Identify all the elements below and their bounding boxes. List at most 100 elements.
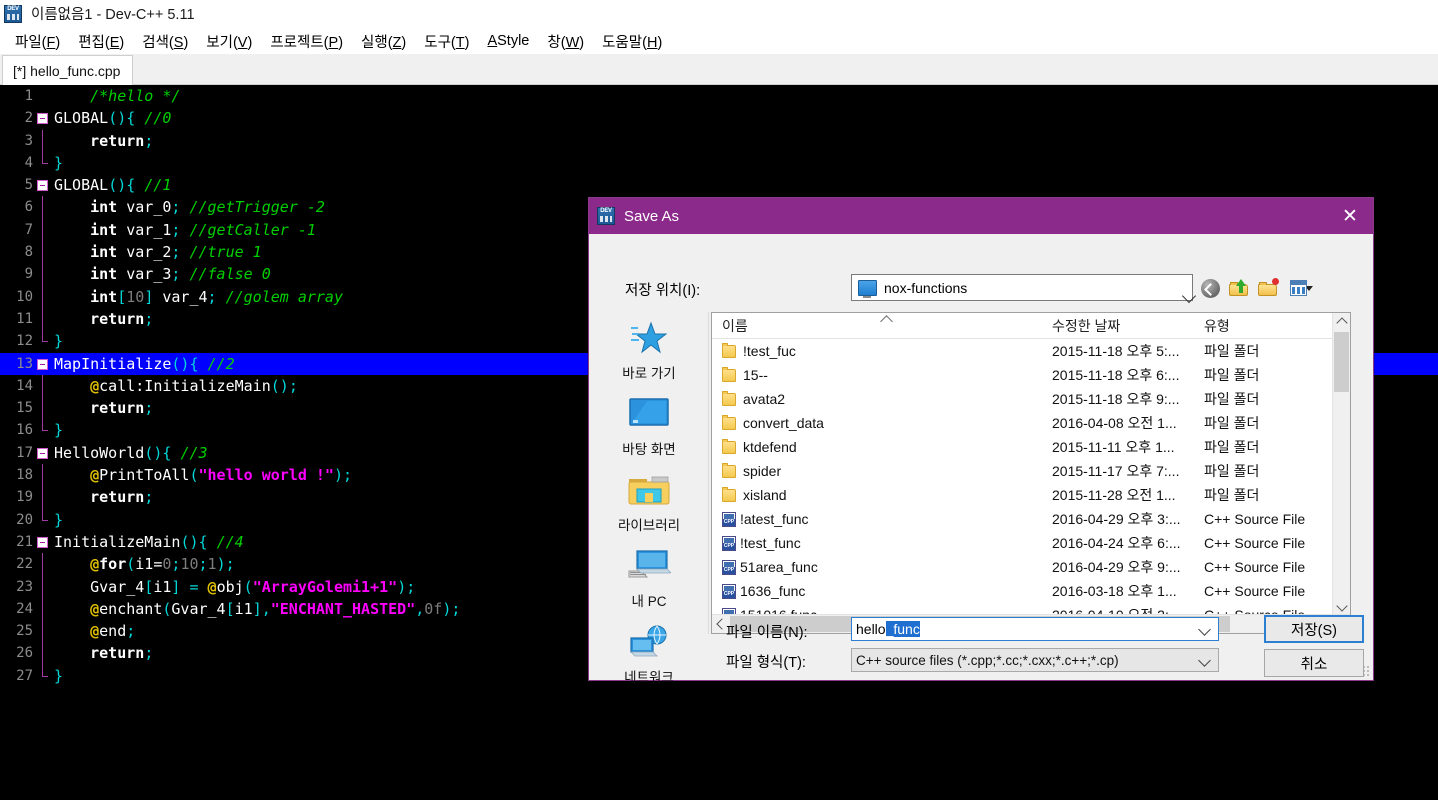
menu-item-5[interactable]: 실행(Z) xyxy=(352,29,415,54)
table-row[interactable]: !atest_func 2016-04-29 오후 3:... C++ Source… xyxy=(712,507,1350,531)
up-one-level-button[interactable] xyxy=(1228,277,1250,299)
place-item-4[interactable]: 네트워크 xyxy=(590,616,708,692)
fold-gutter[interactable] xyxy=(33,353,54,375)
vertical-scroll-thumb[interactable] xyxy=(1334,332,1349,392)
table-row[interactable]: 15-- 2015-11-18 오후 6:... 파일 폴더 xyxy=(712,363,1350,387)
fold-gutter[interactable] xyxy=(33,107,54,129)
menu-item-3[interactable]: 보기(V) xyxy=(197,29,261,54)
fold-gutter[interactable] xyxy=(33,620,54,643)
chevron-down-icon[interactable] xyxy=(1198,623,1211,636)
fold-collapse-icon[interactable] xyxy=(37,536,48,548)
chevron-down-icon[interactable] xyxy=(1198,654,1211,667)
fold-gutter[interactable] xyxy=(33,129,54,152)
column-header-date[interactable]: 수정한 날짜 xyxy=(1052,316,1204,336)
table-row[interactable]: !test_fuc 2015-11-18 오후 5:... 파일 폴더 xyxy=(712,339,1350,363)
table-row[interactable]: avata2 2015-11-18 오후 9:... 파일 폴더 xyxy=(712,387,1350,411)
code-line[interactable]: 3 return; xyxy=(0,129,1438,152)
code-line[interactable]: 2 GLOBAL(){ //0 xyxy=(0,107,1438,129)
new-folder-button[interactable] xyxy=(1257,277,1279,299)
fold-gutter[interactable] xyxy=(33,285,54,308)
fold-gutter[interactable] xyxy=(33,531,54,553)
menu-item-0[interactable]: 파일(F) xyxy=(6,29,69,54)
sort-ascending-icon xyxy=(880,314,893,328)
fold-collapse-icon[interactable] xyxy=(37,180,48,192)
folder-icon xyxy=(722,438,736,454)
code-line[interactable]: 5 GLOBAL(){ //1 xyxy=(0,174,1438,196)
fold-gutter[interactable] xyxy=(33,241,54,264)
table-row[interactable]: 51area_func 2016-04-29 오후 9:... C++ Source… xyxy=(712,555,1350,579)
place-item-2[interactable]: 라이브러리 xyxy=(590,464,708,540)
fold-gutter[interactable] xyxy=(33,330,54,352)
table-row[interactable]: ktdefend 2015-11-11 오후 1... 파일 폴더 xyxy=(712,435,1350,459)
fold-collapse-icon[interactable] xyxy=(37,358,48,370)
fold-gutter[interactable] xyxy=(33,597,54,621)
fold-collapse-icon[interactable] xyxy=(37,113,48,125)
place-item-0[interactable]: 바로 가기 xyxy=(590,312,708,388)
fold-gutter[interactable] xyxy=(33,553,54,576)
fold-gutter[interactable] xyxy=(33,174,54,196)
fold-gutter[interactable] xyxy=(33,307,54,331)
tab-hello-func-cpp[interactable]: [*] hello_func.cpp xyxy=(2,55,134,85)
table-row[interactable]: convert_data 2016-04-08 오전 1... 파일 폴더 xyxy=(712,411,1350,435)
fold-gutter[interactable] xyxy=(33,218,54,242)
fold-guide-line xyxy=(42,597,43,621)
file-list-vertical-scrollbar[interactable] xyxy=(1332,313,1350,615)
scroll-up-button[interactable] xyxy=(1333,313,1350,330)
window-title: 이름없음1 - Dev-C++ 5.11 xyxy=(31,7,195,23)
fold-gutter[interactable] xyxy=(33,374,54,398)
fold-gutter[interactable] xyxy=(33,486,54,509)
line-number: 13 xyxy=(16,355,33,372)
menu-item-2[interactable]: 검색(S) xyxy=(133,29,197,54)
fold-gutter[interactable] xyxy=(33,85,54,107)
place-item-3[interactable]: 내 PC xyxy=(590,540,708,616)
table-row[interactable]: 1636_func 2016-03-18 오후 1... C++ Source Fi… xyxy=(712,579,1350,603)
dialog-body: 저장 위치(I): nox-functions 바로 가기 바탕 화면 라이브러… xyxy=(589,234,1373,685)
fold-gutter[interactable] xyxy=(33,263,54,286)
file-date-cell: 2016-04-29 오후 9:... xyxy=(1052,559,1181,575)
menu-item-6[interactable]: 도구(T) xyxy=(415,29,478,54)
fold-gutter[interactable] xyxy=(33,664,54,687)
fold-gutter[interactable] xyxy=(33,151,54,174)
menu-item-7[interactable]: AStyle xyxy=(478,31,538,51)
view-menu-button[interactable] xyxy=(1286,277,1316,299)
column-header-name[interactable]: 이름 xyxy=(712,314,1052,336)
menu-item-9[interactable]: 도움말(H) xyxy=(593,29,671,54)
line-number: 25 xyxy=(16,623,33,640)
menu-item-8[interactable]: 창(W) xyxy=(538,29,593,54)
code-line[interactable]: 1 /*hello */ xyxy=(0,85,1438,107)
close-icon[interactable]: ✕ xyxy=(1327,198,1373,234)
menu-item-1[interactable]: 편집(E) xyxy=(69,29,133,54)
file-date-cell: 2016-04-08 오전 1... xyxy=(1052,415,1177,431)
fold-gutter[interactable] xyxy=(33,642,54,665)
fold-gutter[interactable] xyxy=(33,196,54,219)
fold-gutter[interactable] xyxy=(33,464,54,487)
place-item-1[interactable]: 바탕 화면 xyxy=(590,388,708,464)
filename-label: 파일 이름(N): xyxy=(726,625,808,641)
fold-gutter[interactable] xyxy=(33,508,54,531)
look-in-combobox[interactable]: nox-functions xyxy=(851,274,1197,303)
filetype-combobox[interactable]: C++ source files (*.cpp;*.cc;*.cxx;*.c++… xyxy=(851,648,1219,672)
table-row[interactable]: xisland 2015-11-28 오전 1... 파일 폴더 xyxy=(712,483,1350,507)
filename-input[interactable]: hello _func xyxy=(851,617,1219,641)
save-button[interactable]: 저장(S) xyxy=(1264,615,1364,643)
fold-collapse-icon[interactable] xyxy=(37,447,48,459)
file-type-cell: 파일 폴더 xyxy=(1204,367,1260,383)
fold-gutter[interactable] xyxy=(33,442,54,464)
scroll-down-button[interactable] xyxy=(1333,598,1350,615)
cpp-file-icon xyxy=(722,559,736,575)
table-row[interactable]: !test_func 2016-04-24 오후 6:... C++ Source … xyxy=(712,531,1350,555)
back-button[interactable] xyxy=(1199,277,1221,299)
folder-icon xyxy=(722,342,736,358)
fold-gutter[interactable] xyxy=(33,419,54,441)
file-name-label: 1636_func xyxy=(740,583,806,599)
code-line[interactable]: 4} xyxy=(0,151,1438,174)
code-text: @enchant(Gvar_4[i1],"ENCHANT_HASTED",0f)… xyxy=(90,599,461,618)
fold-gutter[interactable] xyxy=(33,575,54,598)
menu-item-4[interactable]: 프로젝트(P) xyxy=(261,29,352,54)
column-header-type[interactable]: 유형 xyxy=(1204,316,1334,336)
table-row[interactable]: spider 2015-11-17 오후 7:... 파일 폴더 xyxy=(712,459,1350,483)
file-list[interactable]: 이름 수정한 날짜 유형 !test_fuc 2015-11-18 오후 5:..… xyxy=(711,312,1351,634)
cancel-button[interactable]: 취소 xyxy=(1264,649,1364,677)
fold-gutter[interactable] xyxy=(33,397,54,420)
line-number: 4 xyxy=(24,154,33,171)
